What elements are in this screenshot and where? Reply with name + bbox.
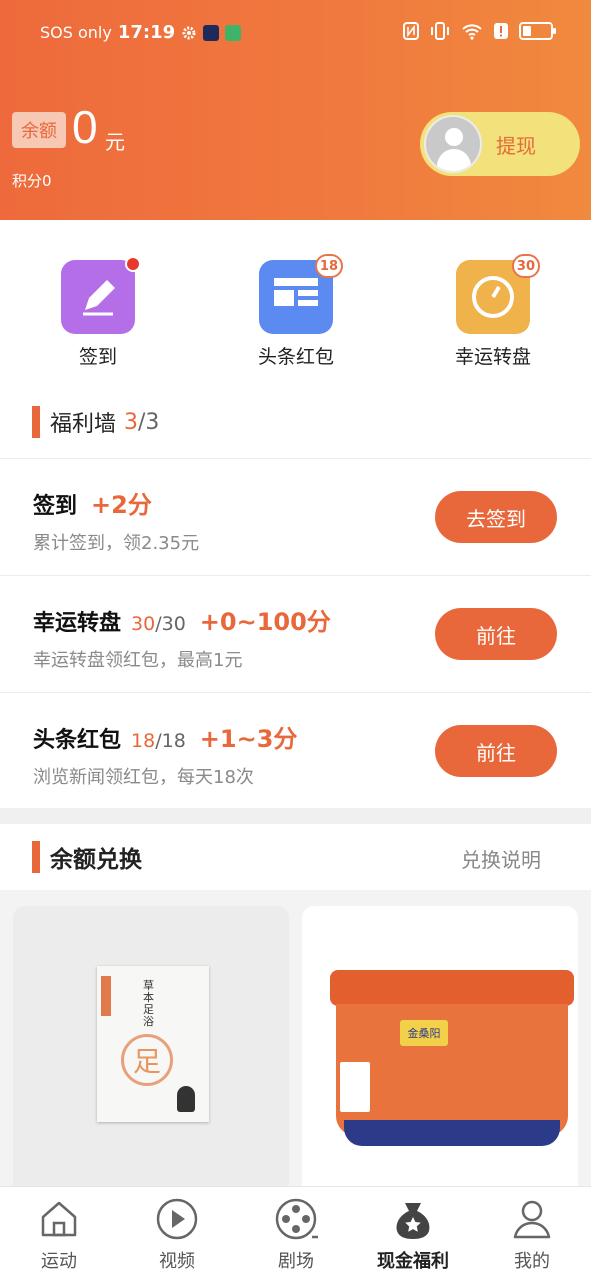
app-notify-icon	[203, 24, 220, 41]
quick-action-signin[interactable]: 签到	[48, 256, 148, 369]
task-name: 幸运转盘	[33, 611, 122, 636]
person-icon	[510, 1197, 554, 1241]
product-image: 金桑阳	[330, 970, 574, 1160]
carrier-text: SOS only	[40, 23, 112, 42]
welfare-total-count: /3	[138, 409, 160, 435]
go-news-button[interactable]: 前往	[435, 725, 557, 777]
nfc-icon	[403, 22, 419, 40]
product-brand-text: 金桑阳	[400, 1020, 448, 1046]
welfare-section-title: 福利墙 3 /3	[32, 406, 159, 438]
wifi-icon	[462, 24, 482, 40]
product-package-mark: 足	[121, 1034, 173, 1086]
task-progress-current: 30	[131, 613, 156, 635]
task-progress-max: /18	[155, 730, 186, 752]
withdraw-label: 提现	[496, 133, 536, 158]
exchange-help-link[interactable]: 兑换说明	[461, 844, 541, 873]
go-wheel-button[interactable]: 前往	[435, 608, 557, 660]
gear-icon	[182, 26, 196, 39]
tab-label: 现金福利	[377, 1251, 449, 1272]
bottom-tab-bar: 运动 视频 剧场 现金福利 我的	[0, 1186, 591, 1280]
film-reel-icon	[274, 1197, 318, 1241]
app-notify-icon-2	[225, 24, 242, 41]
vibrate-icon	[431, 22, 449, 40]
tab-theater[interactable]: 剧场	[246, 1197, 346, 1273]
welfare-panel: 签到 18 头条红包 30 幸运转盘 福利墙 3 /3 签到 +2分 累计签到，…	[0, 220, 591, 808]
quick-action-label: 头条红包	[257, 346, 334, 368]
task-desc: 累计签到，领2.35元	[33, 533, 200, 554]
balance-unit: 元	[105, 130, 125, 154]
product-card[interactable]: 金桑阳	[302, 906, 578, 1196]
notification-dot	[125, 256, 141, 272]
battery-icon	[519, 22, 556, 40]
news-layout-icon: 18	[259, 254, 343, 334]
tab-label: 剧场	[278, 1251, 314, 1272]
product-card[interactable]: 草本足浴 足	[13, 906, 289, 1196]
play-icon	[155, 1197, 199, 1241]
task-reward: +1~3分	[199, 725, 298, 753]
tab-video[interactable]: 视频	[127, 1197, 227, 1273]
alert-icon	[494, 23, 508, 39]
quick-action-label: 签到	[78, 346, 117, 368]
quick-action-news[interactable]: 18 头条红包	[246, 254, 346, 369]
signin-button[interactable]: 去签到	[435, 491, 557, 543]
count-badge: 18	[314, 254, 343, 278]
points-text: 积分0	[12, 172, 52, 190]
welfare-title: 福利墙	[50, 412, 117, 437]
task-name: 头条红包	[33, 728, 122, 753]
tab-mine[interactable]: 我的	[482, 1197, 582, 1273]
task-reward: +2分	[91, 491, 152, 519]
avatar	[424, 115, 482, 173]
tab-label: 运动	[41, 1251, 77, 1272]
tab-label: 我的	[514, 1251, 550, 1272]
balance-tag: 余额	[12, 112, 66, 148]
product-grid: 草本足浴 足 金桑阳	[0, 890, 591, 1196]
task-name: 签到	[33, 494, 78, 519]
exchange-header: 余额兑换 兑换说明	[0, 824, 591, 890]
quick-action-wheel[interactable]: 30 幸运转盘	[443, 254, 543, 369]
money-bag-icon	[391, 1197, 435, 1241]
task-progress-current: 18	[131, 730, 156, 752]
exchange-title: 余额兑换	[50, 847, 142, 873]
tab-sport[interactable]: 运动	[9, 1197, 109, 1273]
withdraw-button[interactable]: 提现	[420, 112, 580, 176]
pencil-icon	[61, 256, 141, 334]
home-icon	[37, 1197, 81, 1241]
product-image: 草本足浴 足	[97, 966, 209, 1122]
task-row-news: 头条红包 18/18 +1~3分 浏览新闻领红包，每天18次 前往	[0, 693, 591, 809]
task-progress-max: /30	[155, 613, 186, 635]
task-desc: 幸运转盘领红包，最高1元	[33, 650, 243, 671]
header-banner: SOS only 17:19 余额 0 元 积分0 提现	[0, 0, 591, 220]
task-desc: 浏览新闻领红包，每天18次	[33, 767, 254, 788]
welfare-done-count: 3	[124, 409, 139, 435]
task-reward: +0~100分	[199, 608, 331, 636]
product-package-text: 草本足浴	[143, 979, 154, 1028]
clock: 17:19	[117, 22, 176, 43]
task-row-signin: 签到 +2分 累计签到，领2.35元 去签到	[0, 459, 591, 575]
quick-action-label: 幸运转盘	[454, 346, 531, 368]
count-badge: 30	[511, 254, 540, 278]
task-row-wheel: 幸运转盘 30/30 +0~100分 幸运转盘领红包，最高1元 前往	[0, 576, 591, 692]
tab-cash-welfare[interactable]: 现金福利	[363, 1197, 463, 1273]
status-bar: SOS only 17:19	[0, 0, 591, 60]
dial-icon: 30	[456, 254, 540, 334]
tab-label: 视频	[159, 1251, 195, 1272]
balance-value: 0	[72, 101, 98, 153]
